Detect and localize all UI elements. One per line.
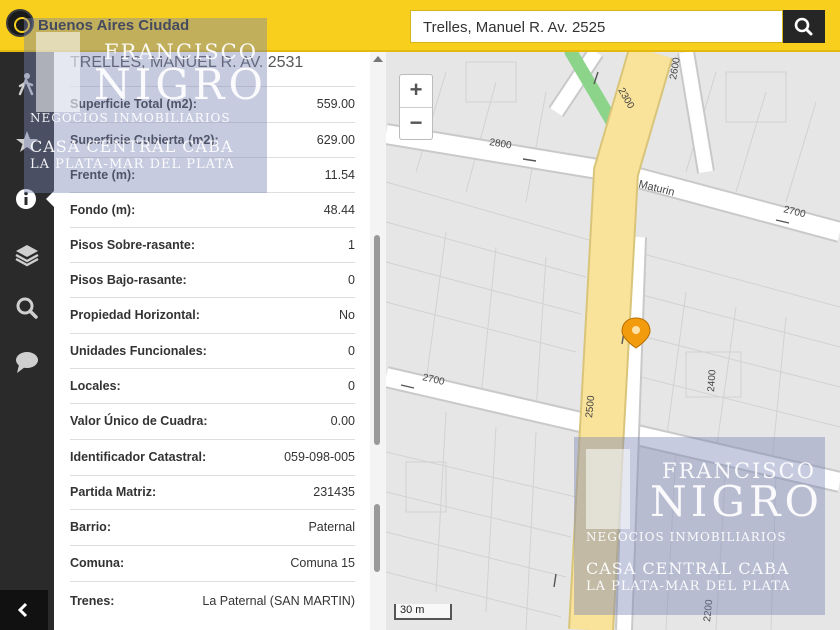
attribute-label: Partida Matriz: bbox=[70, 485, 157, 499]
attribute-value: 1 bbox=[348, 237, 355, 252]
layers-icon[interactable] bbox=[12, 240, 42, 270]
watermark-bottom: FRANCISCO NIGRO NEGOCIOS INMOBILIARIOS C… bbox=[574, 437, 825, 615]
zoom-in-button[interactable]: + bbox=[400, 75, 432, 107]
watermark-line-2: NIGRO bbox=[94, 60, 267, 109]
active-item-pointer bbox=[46, 191, 54, 207]
address-search-input[interactable]: Trelles, Manuel R. Av. 2525 bbox=[410, 10, 783, 43]
attribute-label: Valor Único de Cuadra: bbox=[70, 414, 208, 428]
watermark-top: FRANCISCO NIGRO NEGOCIOS INMOBILIARIOS C… bbox=[24, 18, 267, 193]
panel-scrollbar[interactable] bbox=[370, 52, 386, 630]
attribute-row: Fondo (m): 48.44 bbox=[70, 192, 355, 227]
attribute-value: Paternal bbox=[308, 520, 355, 534]
attribute-row: Partida Matriz: 231435 bbox=[70, 475, 355, 509]
attribute-row: Locales: 0 bbox=[70, 368, 355, 403]
attribute-row: Comuna: Comuna 15 bbox=[70, 545, 355, 581]
app-root: Buenos Aires Ciudad Trelles, Manuel R. A… bbox=[0, 0, 840, 630]
attribute-value: 11.54 bbox=[324, 167, 355, 182]
attribute-row: Identificador Catastral: 059-098-005 bbox=[70, 439, 355, 475]
zoom-control: + − bbox=[399, 74, 433, 140]
watermark-line-4-b: CASA CENTRAL CABA bbox=[586, 559, 790, 578]
attribute-label: Propiedad Horizontal: bbox=[70, 308, 200, 322]
watermark-line-3: NEGOCIOS INMOBILIARIOS bbox=[30, 111, 231, 125]
map-scale: 30 m bbox=[394, 604, 452, 620]
attribute-label: Comuna: bbox=[70, 556, 125, 570]
attribute-value: La Paternal (SAN MARTIN) bbox=[202, 594, 355, 608]
attribute-value: No bbox=[339, 308, 355, 322]
street-label-2400: 2400 bbox=[706, 369, 719, 392]
watermark-line-4: CASA CENTRAL CABA bbox=[30, 137, 234, 156]
watermark-line-2-b: NIGRO bbox=[650, 477, 823, 526]
attribute-value: 559.00 bbox=[316, 97, 355, 111]
attribute-value: Comuna 15 bbox=[290, 556, 355, 570]
watermark-line-3-b: NEGOCIOS INMOBILIARIOS bbox=[586, 530, 787, 544]
attribute-value: 059-098-005 bbox=[284, 450, 355, 464]
attribute-value: 231435 bbox=[313, 485, 355, 499]
attribute-value: 0 bbox=[348, 343, 355, 358]
watermark-line-5: LA PLATA-MAR DEL PLATA bbox=[30, 157, 235, 172]
attribute-row: Valor Único de Cuadra: 0.00 bbox=[70, 403, 355, 439]
search-icon bbox=[794, 17, 813, 36]
attribute-label: Trenes: bbox=[70, 594, 115, 608]
collapse-panel-button[interactable] bbox=[0, 590, 48, 630]
attribute-label: Identificador Catastral: bbox=[70, 450, 207, 464]
attribute-label: Locales: bbox=[70, 378, 121, 393]
attribute-value: 0.00 bbox=[330, 414, 355, 428]
attribute-row: Unidades Funcionales: 0 bbox=[70, 333, 355, 368]
attribute-row: Pisos Sobre-rasante: 1 bbox=[70, 227, 355, 262]
attribute-value: 629.00 bbox=[316, 132, 355, 147]
watermark-building-icon bbox=[36, 32, 80, 112]
attribute-label: Unidades Funcionales: bbox=[70, 343, 207, 358]
scroll-up-arrow-icon[interactable] bbox=[373, 56, 383, 62]
comment-icon[interactable] bbox=[12, 347, 42, 377]
attribute-label: Pisos Sobre-rasante: bbox=[70, 237, 196, 252]
attribute-row: Barrio: Paternal bbox=[70, 509, 355, 545]
attribute-row: Pisos Bajo-rasante: 0 bbox=[70, 262, 355, 297]
attribute-label: Fondo (m): bbox=[70, 202, 136, 217]
attribute-row: Propiedad Horizontal: No bbox=[70, 297, 355, 333]
chevron-left-icon bbox=[17, 602, 28, 618]
search-button[interactable] bbox=[783, 10, 825, 43]
attribute-label: Pisos Bajo-rasante: bbox=[70, 272, 187, 287]
attribute-value: 0 bbox=[348, 272, 355, 287]
watermark-line-5-b: LA PLATA-MAR DEL PLATA bbox=[586, 579, 791, 594]
attribute-row: Trenes: La Paternal (SAN MARTIN) bbox=[70, 581, 355, 621]
search-icon[interactable] bbox=[12, 293, 42, 323]
attribute-label: Barrio: bbox=[70, 520, 111, 534]
attribute-value: 48.44 bbox=[323, 202, 355, 217]
attribute-value: 0 bbox=[348, 378, 355, 393]
zoom-out-button[interactable]: − bbox=[400, 108, 432, 140]
watermark-building-icon-2 bbox=[586, 449, 630, 529]
scrollbar-thumb-lower[interactable] bbox=[374, 504, 380, 572]
scrollbar-thumb[interactable] bbox=[374, 235, 380, 445]
